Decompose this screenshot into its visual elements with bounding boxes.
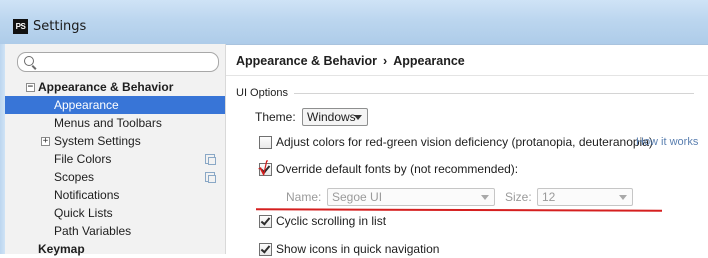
tree-item-label: Appearance & Behavior bbox=[38, 80, 174, 94]
checkmark-icon bbox=[260, 243, 271, 254]
tree-item-label: Appearance bbox=[54, 98, 119, 112]
tree-item-appearance[interactable]: Appearance bbox=[5, 96, 225, 114]
how-it-works-link[interactable]: How it works bbox=[636, 136, 698, 148]
cyclic-scrolling-label[interactable]: Cyclic scrolling in list bbox=[276, 214, 386, 228]
show-icons-checkbox[interactable] bbox=[259, 243, 272, 256]
search-input[interactable] bbox=[40, 54, 214, 71]
annotation-underline bbox=[255, 208, 663, 212]
settings-sidebar: − Appearance & Behavior Appearance Menus… bbox=[5, 44, 226, 256]
breadcrumb-separator: › bbox=[383, 54, 388, 68]
chevron-down-icon bbox=[619, 195, 627, 200]
font-size-dropdown[interactable]: 12 bbox=[537, 188, 633, 206]
chevron-down-icon bbox=[354, 115, 362, 120]
search-box[interactable] bbox=[17, 52, 219, 72]
tree-item-appearance-behavior[interactable]: − Appearance & Behavior bbox=[5, 78, 225, 96]
header-divider bbox=[226, 75, 708, 76]
window-title: Settings bbox=[33, 19, 87, 34]
chevron-down-icon bbox=[481, 195, 489, 200]
tree-item-keymap[interactable]: Keymap bbox=[5, 240, 225, 258]
tree-item-label: Scopes bbox=[54, 170, 95, 184]
font-name-value: Segoe UI bbox=[332, 190, 383, 204]
adjust-colors-label[interactable]: Adjust colors for red-green vision defic… bbox=[276, 135, 653, 149]
font-size-value: 12 bbox=[542, 190, 556, 204]
tree-item-notifications[interactable]: Notifications bbox=[5, 186, 225, 204]
breadcrumb-parent[interactable]: Appearance & Behavior bbox=[236, 54, 377, 68]
font-name-dropdown[interactable]: Segoe UI bbox=[327, 188, 495, 206]
breadcrumb: Appearance & Behavior › Appearance bbox=[236, 54, 465, 68]
tree-item-scopes[interactable]: Scopes bbox=[5, 168, 225, 186]
tree-item-label: Path Variables bbox=[54, 224, 132, 238]
checkmark-icon bbox=[260, 215, 271, 226]
tree-item-label: Quick Lists bbox=[54, 206, 113, 220]
tree-item-path-variables[interactable]: Path Variables bbox=[5, 222, 225, 240]
title-bar[interactable]: PS Settings bbox=[0, 0, 708, 45]
cyclic-scrolling-checkbox[interactable] bbox=[259, 215, 272, 228]
theme-value: Windows bbox=[307, 110, 356, 124]
font-name-label: Name: bbox=[286, 190, 322, 204]
tree-item-quick-lists[interactable]: Quick Lists bbox=[5, 204, 225, 222]
tree-item-label: System Settings bbox=[54, 134, 141, 148]
theme-label: Theme: bbox=[255, 110, 296, 124]
app-icon: PS bbox=[13, 19, 28, 34]
tree-item-label: Notifications bbox=[54, 188, 120, 202]
collapse-icon[interactable]: − bbox=[26, 83, 35, 92]
adjust-colors-checkbox[interactable] bbox=[259, 136, 272, 149]
search-icon bbox=[24, 56, 34, 66]
tree-item-label: Menus and Toolbars bbox=[54, 116, 162, 130]
section-title-ui-options: UI Options bbox=[236, 87, 288, 99]
theme-dropdown[interactable]: Windows bbox=[302, 108, 368, 126]
tree-item-label: File Colors bbox=[54, 152, 112, 166]
tree-item-system-settings[interactable]: + System Settings bbox=[5, 132, 225, 150]
expand-icon[interactable]: + bbox=[41, 137, 50, 146]
tree-item-file-colors[interactable]: File Colors bbox=[5, 150, 225, 168]
breadcrumb-current: Appearance bbox=[393, 54, 465, 68]
override-fonts-label[interactable]: Override default fonts by (not recommend… bbox=[276, 162, 518, 176]
project-level-icon bbox=[205, 154, 216, 165]
font-size-label: Size: bbox=[505, 190, 532, 204]
project-level-icon bbox=[205, 172, 216, 183]
tree-item-menus-and-toolbars[interactable]: Menus and Toolbars bbox=[5, 114, 225, 132]
tree-item-label: Keymap bbox=[38, 242, 85, 256]
section-divider bbox=[294, 93, 694, 94]
